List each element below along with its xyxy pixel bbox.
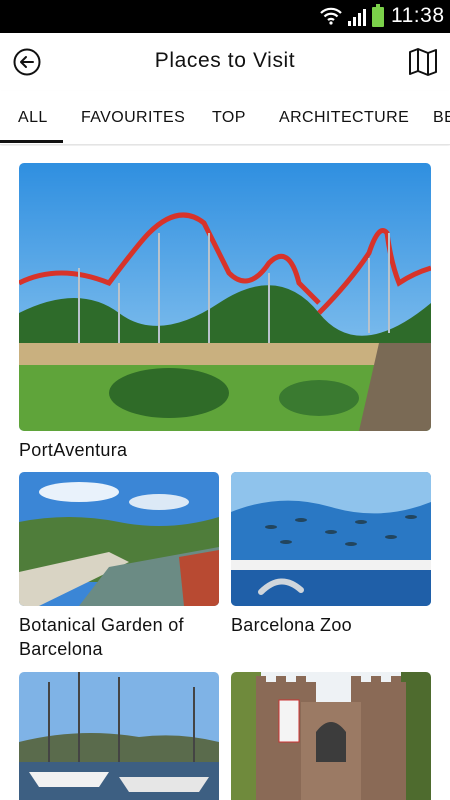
tab-architecture[interactable]: ARCHITECTURE <box>279 109 409 127</box>
map-icon <box>409 48 437 76</box>
wifi-icon <box>320 7 342 25</box>
tab-indicator <box>0 140 63 143</box>
map-button[interactable] <box>406 45 440 79</box>
place-image-marina[interactable] <box>19 672 219 800</box>
battery-icon <box>372 4 384 27</box>
place-image-botanical-garden[interactable] <box>19 472 219 606</box>
place-image-castle[interactable] <box>231 672 431 800</box>
signal-icon <box>348 9 366 26</box>
status-time: 11:38 <box>391 4 445 27</box>
place-image-barcelona-zoo[interactable] <box>231 472 431 606</box>
app-bar: Places to Visit <box>0 33 450 91</box>
places-list: PortAventura Botanical Garden of Barcelo… <box>0 146 450 800</box>
tab-all[interactable]: ALL <box>18 109 48 127</box>
tab-partial[interactable]: BE <box>433 109 450 127</box>
place-name-barcelona-zoo[interactable]: Barcelona Zoo <box>231 613 431 637</box>
place-name-portaventura[interactable]: PortAventura <box>19 438 431 462</box>
status-bar: 11:38 <box>0 0 450 33</box>
tab-top[interactable]: TOP <box>212 109 246 127</box>
tab-favourites[interactable]: FAVOURITES <box>81 109 185 127</box>
category-tabs: ALL FAVOURITES TOP ARCHITECTURE BE <box>0 91 450 145</box>
page-title: Places to Visit <box>154 49 296 72</box>
place-image-portaventura[interactable] <box>19 163 431 431</box>
place-name-botanical-garden[interactable]: Botanical Garden of Barcelona <box>19 613 219 661</box>
